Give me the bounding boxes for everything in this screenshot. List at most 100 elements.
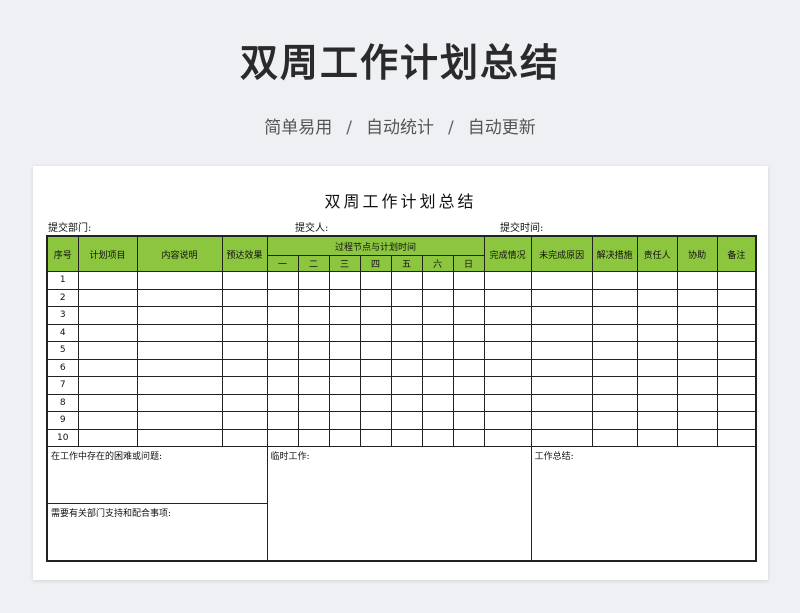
table-cell[interactable]: [328, 341, 361, 360]
table-cell[interactable]: [359, 428, 392, 447]
table-cell[interactable]: [136, 428, 223, 447]
table-cell[interactable]: [359, 411, 392, 430]
table-cell[interactable]: [390, 323, 423, 342]
table-cell[interactable]: [530, 306, 593, 325]
table-cell[interactable]: [483, 428, 532, 447]
table-cell[interactable]: [359, 393, 392, 412]
table-cell[interactable]: [591, 358, 638, 377]
table-cell[interactable]: [421, 428, 454, 447]
table-cell[interactable]: [328, 306, 361, 325]
table-cell[interactable]: [136, 271, 223, 290]
table-cell[interactable]: [483, 411, 532, 430]
table-cell[interactable]: [716, 428, 757, 447]
table-cell[interactable]: [136, 306, 223, 325]
table-cell[interactable]: [328, 411, 361, 430]
table-cell[interactable]: [483, 271, 532, 290]
table-cell[interactable]: [530, 358, 593, 377]
table-cell[interactable]: [359, 288, 392, 307]
table-cell[interactable]: [530, 411, 593, 430]
table-cell[interactable]: [390, 358, 423, 377]
table-cell[interactable]: [676, 393, 718, 412]
table-cell[interactable]: [676, 271, 718, 290]
table-cell[interactable]: [676, 411, 718, 430]
table-cell[interactable]: [390, 341, 423, 360]
table-cell[interactable]: [77, 393, 138, 412]
table-cell[interactable]: [676, 376, 718, 395]
table-cell[interactable]: [591, 323, 638, 342]
table-cell[interactable]: [716, 306, 757, 325]
table-cell[interactable]: [390, 411, 423, 430]
summary-cell[interactable]: 工作总结:: [530, 446, 757, 562]
table-cell[interactable]: [483, 341, 532, 360]
table-cell[interactable]: [636, 428, 678, 447]
table-cell[interactable]: [328, 428, 361, 447]
table-cell[interactable]: [452, 288, 485, 307]
table-cell[interactable]: [452, 376, 485, 395]
table-cell[interactable]: [452, 323, 485, 342]
table-cell[interactable]: [77, 411, 138, 430]
table-cell[interactable]: [297, 393, 330, 412]
table-cell[interactable]: [221, 358, 268, 377]
table-cell[interactable]: [359, 323, 392, 342]
table-cell[interactable]: [266, 411, 299, 430]
table-cell[interactable]: [676, 428, 718, 447]
table-cell[interactable]: [136, 411, 223, 430]
table-cell[interactable]: [266, 428, 299, 447]
table-cell[interactable]: [421, 323, 454, 342]
table-cell[interactable]: [716, 323, 757, 342]
table-cell[interactable]: [266, 376, 299, 395]
table-cell[interactable]: [221, 323, 268, 342]
table-cell[interactable]: [421, 393, 454, 412]
table-cell[interactable]: [359, 341, 392, 360]
table-cell[interactable]: [483, 323, 532, 342]
table-cell[interactable]: [452, 306, 485, 325]
table-cell[interactable]: [221, 271, 268, 290]
table-cell[interactable]: [530, 428, 593, 447]
table-cell[interactable]: [716, 288, 757, 307]
table-cell[interactable]: [136, 376, 223, 395]
table-cell[interactable]: [676, 306, 718, 325]
table-cell[interactable]: [136, 323, 223, 342]
table-cell[interactable]: [452, 358, 485, 377]
table-cell[interactable]: [266, 288, 299, 307]
table-cell[interactable]: [636, 323, 678, 342]
table-cell[interactable]: [297, 358, 330, 377]
table-cell[interactable]: [591, 393, 638, 412]
table-cell[interactable]: [591, 376, 638, 395]
table-cell[interactable]: [591, 271, 638, 290]
table-cell[interactable]: [297, 323, 330, 342]
table-cell[interactable]: [591, 428, 638, 447]
table-cell[interactable]: [483, 376, 532, 395]
table-cell[interactable]: [266, 306, 299, 325]
table-cell[interactable]: [221, 428, 268, 447]
table-cell[interactable]: [359, 376, 392, 395]
table-cell[interactable]: [452, 341, 485, 360]
table-cell[interactable]: [591, 411, 638, 430]
table-cell[interactable]: [421, 271, 454, 290]
table-cell[interactable]: [297, 411, 330, 430]
table-cell[interactable]: [390, 271, 423, 290]
table-cell[interactable]: [390, 376, 423, 395]
problems-cell[interactable]: 在工作中存在的困难或问题:: [46, 446, 268, 504]
table-cell[interactable]: [136, 341, 223, 360]
table-cell[interactable]: [359, 306, 392, 325]
table-cell[interactable]: [359, 271, 392, 290]
table-cell[interactable]: [266, 271, 299, 290]
table-cell[interactable]: [421, 358, 454, 377]
table-cell[interactable]: [716, 393, 757, 412]
table-cell[interactable]: [530, 323, 593, 342]
table-cell[interactable]: [77, 306, 138, 325]
table-cell[interactable]: [483, 306, 532, 325]
table-cell[interactable]: [136, 393, 223, 412]
table-cell[interactable]: [390, 393, 423, 412]
table-cell[interactable]: [636, 376, 678, 395]
table-cell[interactable]: [221, 306, 268, 325]
table-cell[interactable]: [77, 358, 138, 377]
support-cell[interactable]: 需要有关部门支持和配合事项:: [46, 503, 268, 562]
table-cell[interactable]: [266, 393, 299, 412]
table-cell[interactable]: [77, 376, 138, 395]
table-cell[interactable]: [297, 341, 330, 360]
table-cell[interactable]: [716, 411, 757, 430]
temp-work-cell[interactable]: 临时工作:: [266, 446, 532, 562]
table-cell[interactable]: [716, 271, 757, 290]
